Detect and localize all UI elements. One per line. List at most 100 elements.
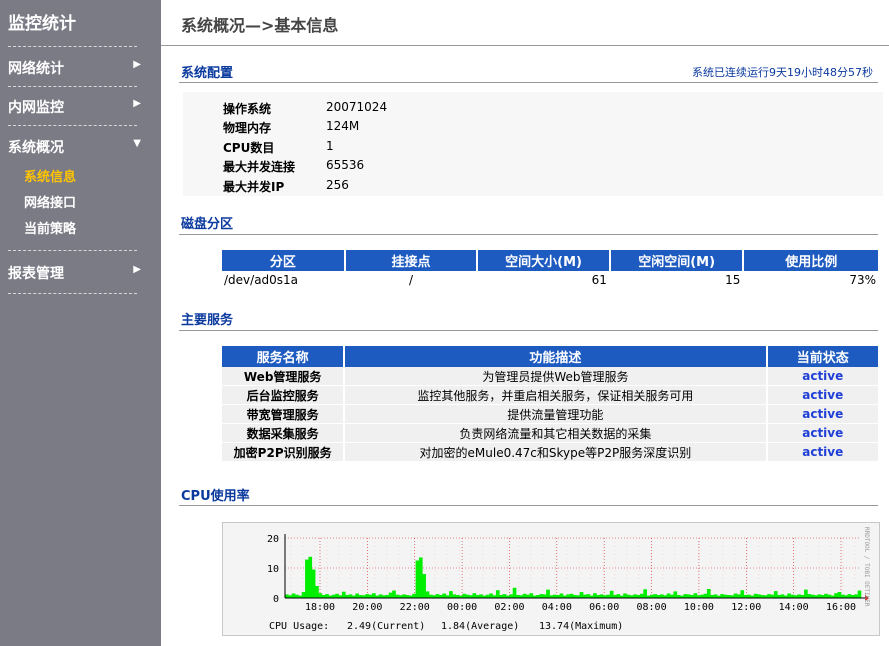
cpu-usage-bar [804, 589, 808, 598]
sidebar-item-report-management[interactable]: 报表管理 ▶ [8, 261, 141, 283]
service-description: 提供流量管理功能 [344, 404, 768, 424]
cpu-usage-bar [733, 593, 738, 598]
cpu-usage-bar [315, 586, 319, 598]
config-key: CPU数目 [223, 141, 275, 155]
cpu-usage-chart: 0 10 20 18:00 20:00 22:00 00:00 02:00 04:00 06:00… [222, 522, 880, 636]
section-heading-disk: 磁盘分区 [181, 217, 234, 232]
cpu-usage-bar [660, 594, 664, 598]
legend-current: 2.49(Current) [347, 621, 425, 632]
cpu-usage-bar [355, 593, 359, 598]
status-badge: active [766, 385, 878, 405]
cpu-usage-bar [683, 594, 688, 598]
sidebar: 监控统计 网络统计 ▶ 内网监控 ▶ 系统概况 ▼ 系统信息 网络接口 当前策略… [0, 0, 161, 646]
column-header: 当前状态 [766, 346, 878, 367]
cpu-usage-bar [737, 594, 741, 598]
column-header: 分区 [222, 250, 346, 271]
cpu-usage-bar [412, 593, 416, 598]
sidebar-subitem-system-info[interactable]: 系统信息 [24, 166, 76, 185]
cpu-usage-bar [509, 594, 514, 598]
cpu-usage-bar [512, 587, 517, 598]
cpu-usage-bar [797, 594, 802, 598]
sidebar-subitem-current-policy[interactable]: 当前策略 [24, 218, 76, 237]
sidebar-item-label: 网络统计 [8, 61, 64, 77]
column-header: 使用比例 [743, 250, 878, 271]
cpu-usage-bar [569, 593, 574, 598]
service-description: 负责网络流量和其它相关数据的采集 [344, 423, 768, 443]
table-row: /dev/ad0s1a / 61 15 73% [222, 271, 878, 290]
service-description: 对加密的eMule0.47c和Skype等P2P服务深度识别 [344, 442, 768, 462]
table-cell: 61 [477, 271, 611, 290]
cpu-usage-bar [392, 590, 396, 598]
status-badge: active [766, 442, 878, 462]
column-header: 空闲空间(M) [609, 250, 745, 271]
cpu-usage-bar [388, 592, 393, 598]
config-key: 最大并发连接 [223, 160, 296, 174]
x-tick-label: 02:00 [494, 602, 524, 613]
table-header-row: 服务名称 功能描述 当前状态 [222, 346, 878, 367]
cpu-usage-bar [378, 594, 383, 598]
x-tick-label: 10:00 [684, 602, 714, 613]
sidebar-divider [8, 250, 137, 251]
config-value: 65536 [326, 158, 365, 172]
cpu-usage-bar [542, 594, 547, 598]
sidebar-item-network-stats[interactable]: 网络统计 ▶ [8, 56, 141, 78]
cpu-usage-bar [653, 594, 658, 598]
sidebar-item-system-overview[interactable]: 系统概况 ▼ [8, 135, 141, 157]
x-tick-label: 00:00 [447, 602, 477, 613]
sidebar-subitem-network-interface[interactable]: 网络接口 [24, 192, 76, 211]
cpu-usage-bar [318, 593, 323, 598]
legend-label: CPU Usage: [269, 621, 329, 632]
x-tick-label: 22:00 [400, 602, 430, 613]
sidebar-divider [8, 125, 137, 126]
cpu-usage-bar [415, 560, 420, 598]
uptime-text: 系统已连续运行9天19小时48分57秒 [692, 66, 873, 79]
cpu-usage-bar [422, 574, 426, 598]
cpu-usage-bar [824, 593, 828, 598]
cpu-usage-bar [559, 593, 564, 598]
section-divider [179, 82, 878, 83]
cpu-usage-bar [639, 593, 644, 598]
cpu-usage-bar [847, 594, 852, 598]
table-cell: 73% [743, 271, 878, 290]
sidebar-divider [8, 293, 137, 294]
config-key: 最大并发IP [223, 180, 285, 194]
cpu-usage-bar [720, 594, 724, 598]
sidebar-item-label: 内网监控 [8, 100, 64, 116]
cpu-usage-bar [311, 569, 316, 598]
sidebar-title: 监控统计 [8, 14, 76, 34]
cpu-usage-bar [579, 592, 584, 598]
cpu-usage-bar [372, 593, 376, 598]
config-value: 1 [326, 139, 334, 153]
column-header: 空间大小(M) [477, 250, 611, 271]
legend-average: 1.84(Average) [441, 621, 519, 632]
cpu-usage-bar [857, 590, 862, 598]
status-badge: active [766, 423, 878, 443]
cpu-usage-bar [418, 557, 423, 598]
status-badge: active [766, 404, 878, 424]
config-value: 256 [326, 178, 349, 192]
sidebar-item-lan-monitor[interactable]: 内网监控 ▶ [8, 95, 141, 117]
cpu-usage-bar [479, 594, 483, 598]
cpu-usage-bar [623, 593, 627, 598]
x-tick-label: 20:00 [352, 602, 382, 613]
cpu-usage-bar [593, 593, 597, 598]
cpu-usage-bar [767, 594, 771, 598]
cpu-usage-bar [335, 593, 339, 598]
table-row: 数据采集服务 负责网络流量和其它相关数据的采集 active [222, 423, 878, 443]
cpu-usage-bar [539, 594, 544, 598]
service-name: 数据采集服务 [222, 423, 346, 443]
cpu-usage-bar [522, 593, 527, 598]
cpu-usage-bar [435, 594, 440, 598]
cpu-usage-bar [609, 590, 614, 598]
table-row: 后台监控服务 监控其他服务，并重启相关服务，保证相关服务可用 active [222, 385, 878, 405]
service-name: Web管理服务 [222, 367, 346, 386]
cpu-usage-bar [291, 593, 296, 598]
chevron-down-icon: ▼ [133, 138, 141, 149]
cpu-usage-bar [546, 589, 550, 598]
cpu-usage-bar [305, 559, 309, 598]
cpu-usage-bar [837, 592, 842, 598]
section-divider [179, 505, 878, 506]
table-cell: / [344, 271, 479, 290]
cpu-usage-bar [586, 594, 591, 598]
table-cell: 15 [609, 271, 745, 290]
